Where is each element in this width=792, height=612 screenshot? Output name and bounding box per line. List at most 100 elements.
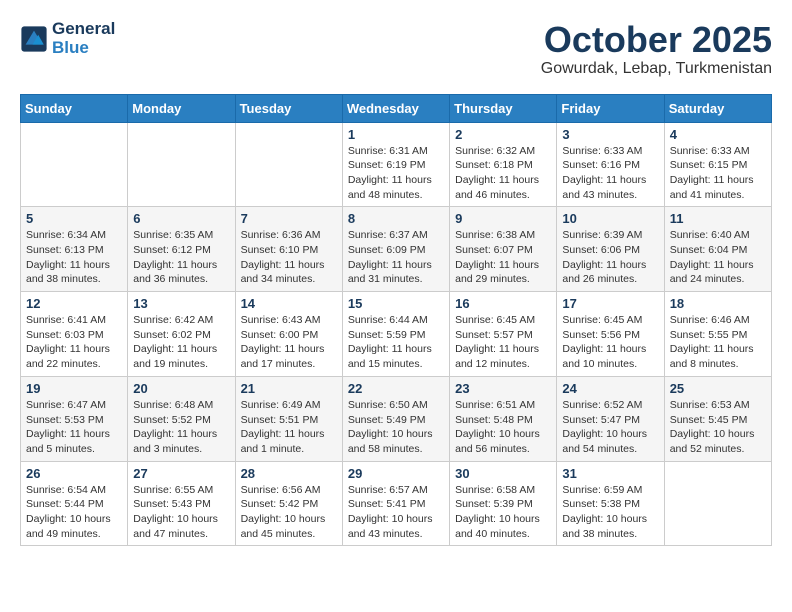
calendar-week-row: 1 Sunrise: 6:31 AMSunset: 6:19 PMDaylight…	[21, 122, 772, 207]
day-number: 12	[26, 296, 122, 311]
calendar-cell: 30 Sunrise: 6:58 AMSunset: 5:39 PMDayligh…	[450, 461, 557, 546]
day-info: Sunrise: 6:44 AMSunset: 5:59 PMDaylight:…	[348, 313, 444, 372]
calendar-cell: 3 Sunrise: 6:33 AMSunset: 6:16 PMDaylight…	[557, 122, 664, 207]
calendar-cell	[235, 122, 342, 207]
calendar-cell: 24 Sunrise: 6:52 AMSunset: 5:47 PMDayligh…	[557, 376, 664, 461]
day-info: Sunrise: 6:35 AMSunset: 6:12 PMDaylight:…	[133, 228, 229, 287]
day-info: Sunrise: 6:49 AMSunset: 5:51 PMDaylight:…	[241, 398, 337, 457]
calendar-cell: 27Sunrise: 6:55 AMSunset: 5:43 PMDayligh…	[128, 461, 235, 546]
day-info: Sunrise: 6:32 AMSunset: 6:18 PMDaylight:…	[455, 144, 551, 203]
calendar-cell	[128, 122, 235, 207]
calendar-cell: 29 Sunrise: 6:57 AMSunset: 5:41 PMDayligh…	[342, 461, 449, 546]
calendar-week-row: 12 Sunrise: 6:41 AMSunset: 6:03 PMDayligh…	[21, 292, 772, 377]
calendar-cell: 4 Sunrise: 6:33 AMSunset: 6:15 PMDaylight…	[664, 122, 771, 207]
logo-icon	[20, 25, 48, 53]
calendar-cell	[21, 122, 128, 207]
logo-text-general: General	[52, 20, 115, 39]
calendar-cell: 6 Sunrise: 6:35 AMSunset: 6:12 PMDaylight…	[128, 207, 235, 292]
day-number: 8	[348, 211, 444, 226]
day-number: 4	[670, 127, 766, 142]
day-number: 24	[562, 381, 658, 396]
location: Gowurdak, Lebap, Turkmenistan	[541, 60, 772, 78]
calendar-cell: 25 Sunrise: 6:53 AMSunset: 5:45 PMDayligh…	[664, 376, 771, 461]
weekday-header-saturday: Saturday	[664, 94, 771, 122]
day-info: Sunrise: 6:33 AMSunset: 6:15 PMDaylight:…	[670, 144, 766, 203]
day-number: 20	[133, 381, 229, 396]
calendar-cell: 23 Sunrise: 6:51 AMSunset: 5:48 PMDayligh…	[450, 376, 557, 461]
month-title: October 2025	[541, 20, 772, 60]
page-header: General Blue October 2025 Gowurdak, Leba…	[20, 20, 772, 78]
day-info: Sunrise: 6:38 AMSunset: 6:07 PMDaylight:…	[455, 228, 551, 287]
day-info: Sunrise: 6:55 AMSunset: 5:43 PMDaylight:…	[133, 483, 229, 542]
weekday-header-row: SundayMondayTuesdayWednesdayThursdayFrid…	[21, 94, 772, 122]
day-number: 11	[670, 211, 766, 226]
day-info: Sunrise: 6:56 AMSunset: 5:42 PMDaylight:…	[241, 483, 337, 542]
calendar-cell: 17Sunrise: 6:45 AMSunset: 5:56 PMDayligh…	[557, 292, 664, 377]
weekday-header-thursday: Thursday	[450, 94, 557, 122]
calendar-cell: 26 Sunrise: 6:54 AMSunset: 5:44 PMDayligh…	[21, 461, 128, 546]
logo-text-blue: Blue	[52, 39, 115, 58]
calendar-cell: 9Sunrise: 6:38 AMSunset: 6:07 PMDaylight…	[450, 207, 557, 292]
calendar-cell: 2 Sunrise: 6:32 AMSunset: 6:18 PMDaylight…	[450, 122, 557, 207]
calendar-cell: 22 Sunrise: 6:50 AMSunset: 5:49 PMDayligh…	[342, 376, 449, 461]
weekday-header-friday: Friday	[557, 94, 664, 122]
day-number: 25	[670, 381, 766, 396]
day-info: Sunrise: 6:53 AMSunset: 5:45 PMDaylight:…	[670, 398, 766, 457]
calendar-cell: 20 Sunrise: 6:48 AMSunset: 5:52 PMDayligh…	[128, 376, 235, 461]
day-number: 30	[455, 466, 551, 481]
day-number: 31	[562, 466, 658, 481]
day-info: Sunrise: 6:45 AMSunset: 5:56 PMDaylight:…	[562, 313, 658, 372]
day-number: 29	[348, 466, 444, 481]
day-info: Sunrise: 6:59 AMSunset: 5:38 PMDaylight:…	[562, 483, 658, 542]
title-block: October 2025 Gowurdak, Lebap, Turkmenist…	[541, 20, 772, 78]
day-info: Sunrise: 6:46 AMSunset: 5:55 PMDaylight:…	[670, 313, 766, 372]
weekday-header-tuesday: Tuesday	[235, 94, 342, 122]
calendar-cell: 11 Sunrise: 6:40 AMSunset: 6:04 PMDayligh…	[664, 207, 771, 292]
calendar-cell: 12 Sunrise: 6:41 AMSunset: 6:03 PMDayligh…	[21, 292, 128, 377]
day-info: Sunrise: 6:33 AMSunset: 6:16 PMDaylight:…	[562, 144, 658, 203]
day-info: Sunrise: 6:50 AMSunset: 5:49 PMDaylight:…	[348, 398, 444, 457]
day-number: 15	[348, 296, 444, 311]
calendar-cell: 15 Sunrise: 6:44 AMSunset: 5:59 PMDayligh…	[342, 292, 449, 377]
calendar-cell: 16Sunrise: 6:45 AMSunset: 5:57 PMDayligh…	[450, 292, 557, 377]
weekday-header-wednesday: Wednesday	[342, 94, 449, 122]
day-info: Sunrise: 6:37 AMSunset: 6:09 PMDaylight:…	[348, 228, 444, 287]
logo: General Blue	[20, 20, 115, 57]
day-number: 7	[241, 211, 337, 226]
day-number: 22	[348, 381, 444, 396]
calendar-cell: 28 Sunrise: 6:56 AMSunset: 5:42 PMDayligh…	[235, 461, 342, 546]
day-info: Sunrise: 6:48 AMSunset: 5:52 PMDaylight:…	[133, 398, 229, 457]
day-info: Sunrise: 6:52 AMSunset: 5:47 PMDaylight:…	[562, 398, 658, 457]
day-number: 3	[562, 127, 658, 142]
day-number: 14	[241, 296, 337, 311]
day-number: 10	[562, 211, 658, 226]
day-number: 26	[26, 466, 122, 481]
day-info: Sunrise: 6:42 AMSunset: 6:02 PMDaylight:…	[133, 313, 229, 372]
day-info: Sunrise: 6:57 AMSunset: 5:41 PMDaylight:…	[348, 483, 444, 542]
calendar-cell: 8 Sunrise: 6:37 AMSunset: 6:09 PMDaylight…	[342, 207, 449, 292]
day-info: Sunrise: 6:34 AMSunset: 6:13 PMDaylight:…	[26, 228, 122, 287]
day-number: 13	[133, 296, 229, 311]
day-number: 6	[133, 211, 229, 226]
day-info: Sunrise: 6:58 AMSunset: 5:39 PMDaylight:…	[455, 483, 551, 542]
day-info: Sunrise: 6:39 AMSunset: 6:06 PMDaylight:…	[562, 228, 658, 287]
day-number: 23	[455, 381, 551, 396]
day-number: 28	[241, 466, 337, 481]
day-info: Sunrise: 6:31 AMSunset: 6:19 PMDaylight:…	[348, 144, 444, 203]
weekday-header-monday: Monday	[128, 94, 235, 122]
day-number: 18	[670, 296, 766, 311]
day-info: Sunrise: 6:41 AMSunset: 6:03 PMDaylight:…	[26, 313, 122, 372]
day-info: Sunrise: 6:51 AMSunset: 5:48 PMDaylight:…	[455, 398, 551, 457]
calendar-cell: 18 Sunrise: 6:46 AMSunset: 5:55 PMDayligh…	[664, 292, 771, 377]
calendar-week-row: 26 Sunrise: 6:54 AMSunset: 5:44 PMDayligh…	[21, 461, 772, 546]
calendar-cell: 31 Sunrise: 6:59 AMSunset: 5:38 PMDayligh…	[557, 461, 664, 546]
day-info: Sunrise: 6:36 AMSunset: 6:10 PMDaylight:…	[241, 228, 337, 287]
calendar-cell: 13 Sunrise: 6:42 AMSunset: 6:02 PMDayligh…	[128, 292, 235, 377]
day-number: 1	[348, 127, 444, 142]
day-info: Sunrise: 6:40 AMSunset: 6:04 PMDaylight:…	[670, 228, 766, 287]
calendar-cell: 7 Sunrise: 6:36 AMSunset: 6:10 PMDaylight…	[235, 207, 342, 292]
day-number: 2	[455, 127, 551, 142]
calendar-cell	[664, 461, 771, 546]
day-info: Sunrise: 6:54 AMSunset: 5:44 PMDaylight:…	[26, 483, 122, 542]
day-info: Sunrise: 6:43 AMSunset: 6:00 PMDaylight:…	[241, 313, 337, 372]
